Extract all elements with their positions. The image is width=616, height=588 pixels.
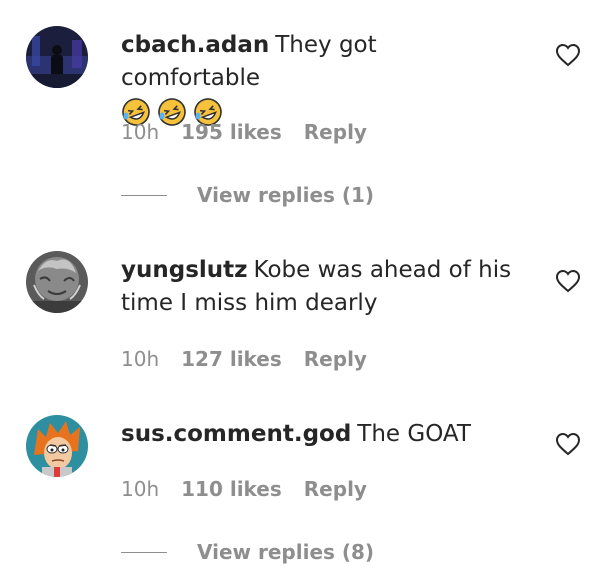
comment-likes[interactable]: 195 likes (181, 120, 282, 144)
reply-button[interactable]: Reply (304, 347, 367, 371)
avatar[interactable] (26, 415, 88, 477)
like-heart-icon[interactable] (555, 269, 581, 293)
view-replies-label: View replies (1) (197, 183, 375, 207)
reply-button[interactable]: Reply (304, 477, 367, 501)
comment-text: cbach.adan They got comfortable (121, 29, 521, 127)
comment-username[interactable]: cbach.adan (121, 32, 269, 58)
comment-text: yungslutz Kobe was ahead of his time I mi… (121, 254, 521, 320)
like-heart-icon[interactable] (555, 432, 581, 456)
comment-likes[interactable]: 127 likes (181, 347, 282, 371)
comment-meta: 10h 127 likes Reply (121, 347, 367, 371)
avatar[interactable] (26, 251, 88, 313)
comment-time: 10h (121, 477, 160, 501)
comment-meta: 10h 110 likes Reply (121, 477, 367, 501)
reply-button[interactable]: Reply (304, 120, 367, 144)
comment-likes[interactable]: 110 likes (181, 477, 282, 501)
avatar[interactable] (26, 26, 88, 88)
comment-username[interactable]: sus.comment.god (121, 421, 351, 447)
comment-time: 10h (121, 120, 160, 144)
like-heart-icon[interactable] (555, 43, 581, 67)
comment-text: sus.comment.god The GOAT (121, 418, 521, 451)
comment-body: The GOAT (357, 421, 471, 447)
comment-meta: 10h 195 likes Reply (121, 120, 367, 144)
comment-time: 10h (121, 347, 160, 371)
divider-line (121, 194, 167, 196)
divider-line (121, 551, 167, 553)
view-replies-button[interactable]: View replies (8) (121, 540, 374, 564)
comment-username[interactable]: yungslutz (121, 257, 248, 283)
view-replies-label: View replies (8) (197, 540, 375, 564)
view-replies-button[interactable]: View replies (1) (121, 183, 374, 207)
